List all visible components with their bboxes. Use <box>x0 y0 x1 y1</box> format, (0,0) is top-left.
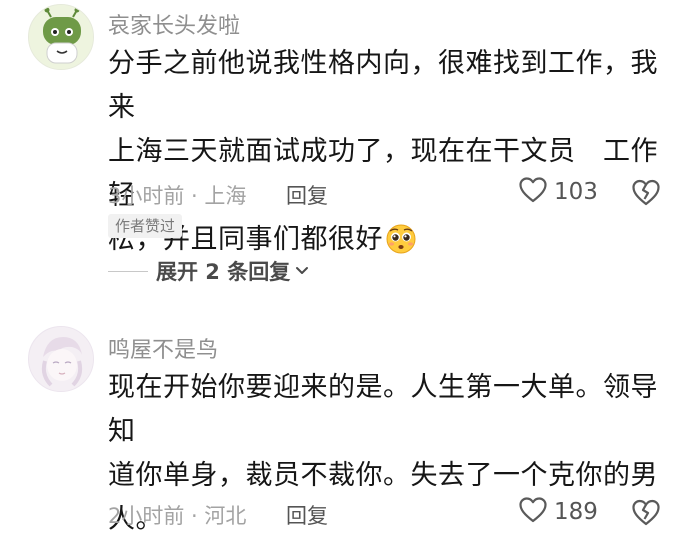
comment-text-line: 现在开始你要迎来的是。人生第一大单。领导知 <box>108 372 658 447</box>
comment-meta: 2小时前 · 河北 <box>108 504 247 528</box>
comment-text-line: 分手之前他说我性格内向，很难找到工作，我来 <box>108 48 658 123</box>
broken-heart-icon[interactable] <box>630 497 662 527</box>
avatar[interactable] <box>28 4 94 70</box>
comment-text: 分手之前他说我性格内向，很难找到工作，我来 上海三天就面试成功了，现在在干文员 … <box>108 42 668 262</box>
heart-outline-icon <box>518 496 548 528</box>
chevron-down-icon <box>290 262 310 281</box>
username[interactable]: 鸣屋不是鸟 <box>108 332 218 364</box>
comment-item: 哀家长头发啦 分手之前他说我性格内向，很难找到工作，我来 上海三天就面试成功了，… <box>0 0 690 300</box>
like-button[interactable]: 189 <box>518 497 598 527</box>
comment-text-line: 道你单身，裁员不裁你。失去了一个克你的男 <box>108 460 658 491</box>
broken-heart-icon[interactable] <box>630 177 662 207</box>
heart-outline-icon <box>518 176 548 208</box>
reply-button[interactable]: 回复 <box>286 500 328 530</box>
like-count: 103 <box>554 179 598 205</box>
expand-replies-button[interactable]: 展开 2 条回复 <box>108 256 310 286</box>
pleading-face-emoji <box>385 222 417 254</box>
avatar[interactable] <box>28 326 94 392</box>
comment-meta: 3小时前 · 上海 <box>108 184 247 208</box>
expand-replies-label: 展开 2 条回复 <box>156 260 291 284</box>
comment-item: 鸣屋不是鸟 现在开始你要迎来的是。人生第一大单。领导知 道你单身，裁员不裁你。失… <box>0 322 690 535</box>
like-count: 189 <box>554 499 598 525</box>
divider-line <box>108 270 148 272</box>
reply-button[interactable]: 回复 <box>286 180 328 210</box>
like-button[interactable]: 103 <box>518 177 598 207</box>
username[interactable]: 哀家长头发啦 <box>108 8 240 40</box>
author-liked-badge: 作者赞过 <box>108 214 183 238</box>
